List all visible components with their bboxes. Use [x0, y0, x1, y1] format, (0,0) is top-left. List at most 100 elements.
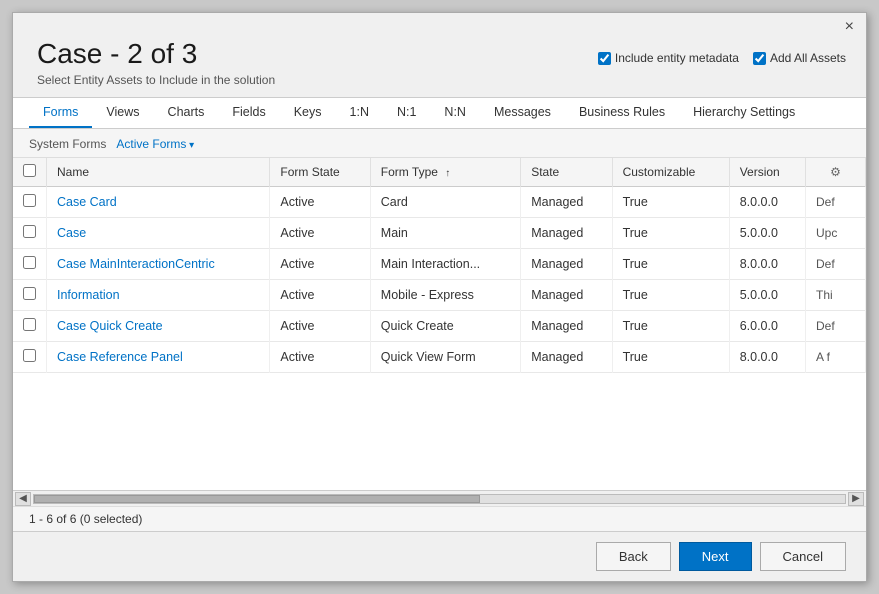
- row-form-state: Active: [270, 341, 370, 372]
- content-area: System Forms Active Forms Name Form Stat…: [13, 129, 866, 531]
- row-form-state: Active: [270, 279, 370, 310]
- main-dialog: × Case - 2 of 3 Select Entity Assets to …: [12, 12, 867, 582]
- add-all-assets-checkbox[interactable]: [753, 52, 766, 65]
- row-name[interactable]: Case MainInteractionCentric: [47, 248, 270, 279]
- row-desc: A f: [806, 341, 866, 372]
- col-customizable[interactable]: Customizable: [612, 158, 729, 187]
- footer: Back Next Cancel: [13, 531, 866, 581]
- row-version: 5.0.0.0: [729, 217, 805, 248]
- row-form-state: Active: [270, 310, 370, 341]
- tabs-bar: Forms Views Charts Fields Keys 1:N N:1 N…: [13, 97, 866, 129]
- row-version: 6.0.0.0: [729, 310, 805, 341]
- select-all-checkbox[interactable]: [23, 164, 36, 177]
- row-checkbox-cell[interactable]: [13, 248, 47, 279]
- row-state: Managed: [521, 279, 612, 310]
- row-checkbox[interactable]: [23, 256, 36, 269]
- sort-icon: ↑: [445, 168, 450, 179]
- col-form-type[interactable]: Form Type ↑: [370, 158, 520, 187]
- row-state: Managed: [521, 186, 612, 217]
- table-container: Name Form State Form Type ↑ State Custom…: [13, 158, 866, 490]
- row-form-type: Quick View Form: [370, 341, 520, 372]
- row-checkbox[interactable]: [23, 318, 36, 331]
- row-checkbox-cell[interactable]: [13, 341, 47, 372]
- include-entity-metadata-option[interactable]: Include entity metadata: [598, 51, 739, 65]
- row-checkbox[interactable]: [23, 349, 36, 362]
- scroll-right-button[interactable]: ▶: [848, 492, 864, 506]
- tab-business-rules[interactable]: Business Rules: [565, 98, 679, 128]
- row-customizable: True: [612, 248, 729, 279]
- row-name[interactable]: Case Reference Panel: [47, 341, 270, 372]
- forms-table: Name Form State Form Type ↑ State Custom…: [13, 158, 866, 373]
- col-name[interactable]: Name: [47, 158, 270, 187]
- tab-views[interactable]: Views: [92, 98, 153, 128]
- row-state: Managed: [521, 341, 612, 372]
- tab-hierarchy-settings[interactable]: Hierarchy Settings: [679, 98, 809, 128]
- row-desc: Thi: [806, 279, 866, 310]
- col-state[interactable]: State: [521, 158, 612, 187]
- row-state: Managed: [521, 217, 612, 248]
- close-button[interactable]: ×: [841, 19, 858, 35]
- back-button[interactable]: Back: [596, 542, 671, 571]
- active-forms-dropdown[interactable]: Active Forms: [116, 137, 194, 151]
- col-version[interactable]: Version: [729, 158, 805, 187]
- tab-messages[interactable]: Messages: [480, 98, 565, 128]
- tab-nn[interactable]: N:N: [430, 98, 480, 128]
- row-checkbox-cell[interactable]: [13, 217, 47, 248]
- tab-n1[interactable]: N:1: [383, 98, 430, 128]
- col-checkbox: [13, 158, 47, 187]
- row-checkbox[interactable]: [23, 287, 36, 300]
- row-customizable: True: [612, 310, 729, 341]
- col-gear[interactable]: ⚙: [806, 158, 866, 187]
- table-row: Case Active Main Managed True 5.0.0.0 Up…: [13, 217, 866, 248]
- col-form-state[interactable]: Form State: [270, 158, 370, 187]
- row-checkbox-cell[interactable]: [13, 279, 47, 310]
- table-row: Case Card Active Card Managed True 8.0.0…: [13, 186, 866, 217]
- row-customizable: True: [612, 279, 729, 310]
- tab-forms[interactable]: Forms: [29, 98, 92, 128]
- next-button[interactable]: Next: [679, 542, 752, 571]
- tab-1n[interactable]: 1:N: [336, 98, 383, 128]
- row-name[interactable]: Information: [47, 279, 270, 310]
- row-desc: Def: [806, 186, 866, 217]
- table-body: Case Card Active Card Managed True 8.0.0…: [13, 186, 866, 372]
- row-form-type: Main Interaction...: [370, 248, 520, 279]
- table-row: Case Quick Create Active Quick Create Ma…: [13, 310, 866, 341]
- titlebar: ×: [13, 13, 866, 37]
- table-row: Information Active Mobile - Express Mana…: [13, 279, 866, 310]
- tab-fields[interactable]: Fields: [218, 98, 279, 128]
- cancel-button[interactable]: Cancel: [760, 542, 846, 571]
- scroll-thumb[interactable]: [34, 495, 480, 503]
- row-state: Managed: [521, 248, 612, 279]
- tab-charts[interactable]: Charts: [154, 98, 219, 128]
- row-state: Managed: [521, 310, 612, 341]
- row-checkbox-cell[interactable]: [13, 310, 47, 341]
- row-customizable: True: [612, 186, 729, 217]
- row-name[interactable]: Case Quick Create: [47, 310, 270, 341]
- row-checkbox[interactable]: [23, 225, 36, 238]
- row-checkbox-cell[interactable]: [13, 186, 47, 217]
- table-row: Case Reference Panel Active Quick View F…: [13, 341, 866, 372]
- row-version: 5.0.0.0: [729, 279, 805, 310]
- table-row: Case MainInteractionCentric Active Main …: [13, 248, 866, 279]
- row-name[interactable]: Case: [47, 217, 270, 248]
- row-version: 8.0.0.0: [729, 341, 805, 372]
- row-form-type: Quick Create: [370, 310, 520, 341]
- scroll-left-button[interactable]: ◀: [15, 492, 31, 506]
- row-desc: Def: [806, 310, 866, 341]
- status-bar: 1 - 6 of 6 (0 selected): [13, 506, 866, 531]
- row-form-state: Active: [270, 217, 370, 248]
- row-form-state: Active: [270, 248, 370, 279]
- row-checkbox[interactable]: [23, 194, 36, 207]
- row-form-type: Main: [370, 217, 520, 248]
- scroll-track[interactable]: [33, 494, 846, 504]
- row-name[interactable]: Case Card: [47, 186, 270, 217]
- row-form-type: Mobile - Express: [370, 279, 520, 310]
- system-forms-label: System Forms: [29, 137, 106, 151]
- include-entity-metadata-checkbox[interactable]: [598, 52, 611, 65]
- horizontal-scrollbar[interactable]: ◀ ▶: [13, 490, 866, 506]
- dialog-subtitle: Select Entity Assets to Include in the s…: [37, 73, 842, 87]
- add-all-assets-option[interactable]: Add All Assets: [753, 51, 846, 65]
- dialog-header: Case - 2 of 3 Select Entity Assets to In…: [13, 37, 866, 97]
- row-customizable: True: [612, 341, 729, 372]
- tab-keys[interactable]: Keys: [280, 98, 336, 128]
